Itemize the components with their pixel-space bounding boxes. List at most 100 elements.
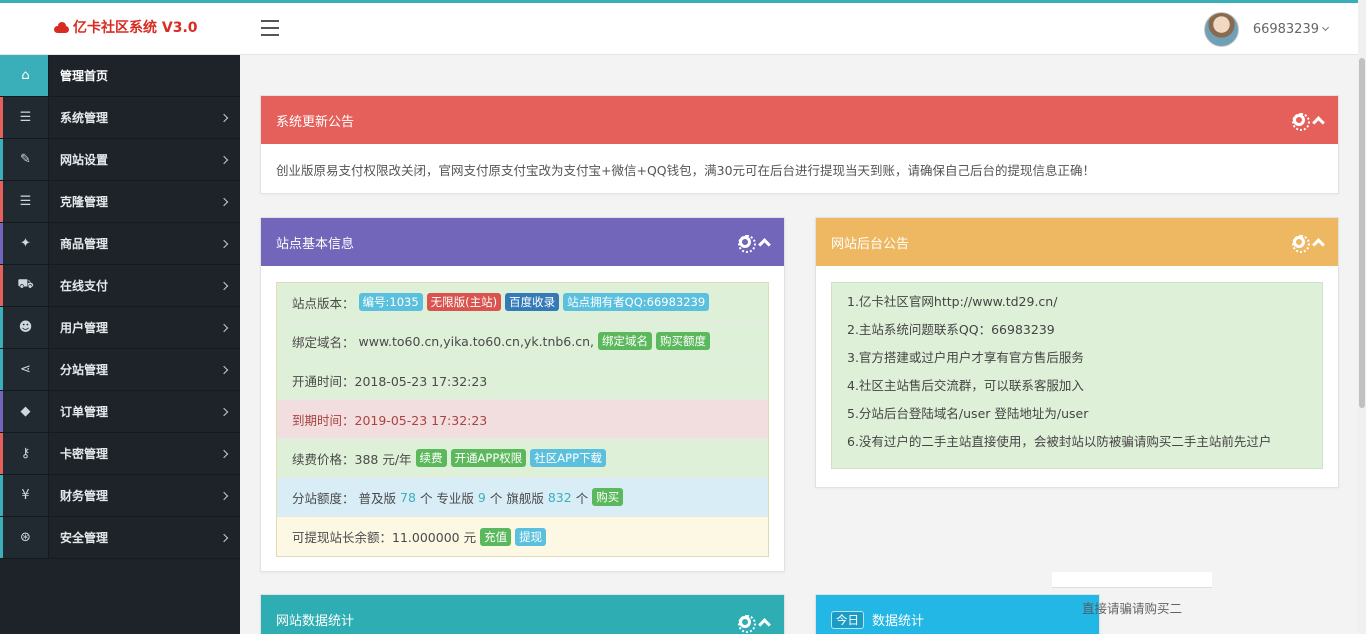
sidebar-item-0[interactable]: ⌂ 管理首页 — [0, 55, 240, 97]
buy-button[interactable]: 购买 — [592, 488, 624, 506]
collapse-icon[interactable] — [758, 618, 771, 631]
collapse-icon[interactable] — [1312, 116, 1325, 129]
sidebar-item-label: 卡密管理 — [60, 447, 109, 461]
sidebar-item-1[interactable]: ☰ 系统管理 — [0, 97, 240, 139]
scrollbar-thumb[interactable] — [1359, 58, 1365, 408]
sidebar-item-label: 网站设置 — [60, 153, 109, 167]
gear-icon[interactable] — [1292, 235, 1310, 253]
yen-icon: ¥ — [0, 475, 49, 516]
edit-icon: ✎ — [0, 139, 49, 180]
ghost-text: 直接请骗请购买二 — [1082, 601, 1183, 616]
quota-label: 分站额度： — [292, 490, 355, 506]
avatar[interactable] — [1203, 12, 1239, 47]
sidebar-item-4[interactable]: ✦ 商品管理 — [0, 223, 240, 265]
quota-pro-count: 9 — [477, 489, 486, 505]
sidebar-item-7[interactable]: ⋖ 分站管理 — [0, 349, 240, 391]
chevron-down-icon — [1321, 23, 1330, 32]
edition-badge: 无限版(主站) — [426, 293, 502, 311]
notice-line: 5.分站后台登陆域名/user 登陆地址为/user — [847, 406, 1089, 421]
logo[interactable]: 亿卡社区系统 V3.0 — [54, 17, 198, 37]
cart-icon: ⛟ — [0, 265, 49, 306]
quota-row: 分站额度： 普及版 78 个 专业版 9 个 旗舰版 832 个 购买 — [277, 478, 768, 517]
chevron-right-icon — [219, 449, 229, 458]
chevron-right-icon — [219, 197, 229, 206]
panel-title: 网站数据统计 — [276, 614, 355, 629]
chevron-right-icon — [219, 113, 229, 122]
site-info-panel: 站点基本信息 站点版本： 编号:1035 无限版(主站) 百度收录 站点拥有者Q… — [260, 217, 785, 572]
quota-basic-label: 普及版 — [358, 490, 397, 506]
gamepad-icon: ⊛ — [0, 517, 49, 558]
chevron-right-icon — [219, 491, 229, 500]
chevron-right-icon — [219, 365, 229, 374]
sidebar-item-label: 分站管理 — [60, 363, 109, 377]
renew-price: 续费价格：388 元/年 — [292, 451, 412, 467]
chevron-right-icon — [219, 281, 229, 290]
collapse-icon[interactable] — [758, 238, 771, 251]
notice-line: 1.亿卡社区官网http://www.td29.cn/ — [847, 294, 1058, 309]
key-icon: ⚷ — [0, 433, 49, 474]
sidebar-item-2[interactable]: ✎ 网站设置 — [0, 139, 240, 181]
chevron-right-icon — [219, 155, 229, 164]
tags-icon: ◆ — [0, 391, 49, 432]
panel-title: 网站后台公告 — [831, 236, 910, 252]
sidebar-item-label: 商品管理 — [60, 237, 109, 251]
expire-time: 到期时间：2019-05-23 17:32:23 — [292, 412, 488, 428]
server-icon: ☰ — [0, 97, 49, 138]
open-time-row: 开通时间：2018-05-23 17:32:23 — [277, 361, 768, 400]
sidebar-item-6[interactable]: ☻ 用户管理 — [0, 307, 240, 349]
sidebar-item-10[interactable]: ¥ 财务管理 — [0, 475, 240, 517]
sidebar-item-label: 克隆管理 — [60, 195, 109, 209]
user-menu[interactable]: 66983239 — [1203, 12, 1330, 47]
gear-icon[interactable] — [738, 615, 756, 633]
chevron-right-icon — [219, 407, 229, 416]
renew-button[interactable]: 续费 — [415, 449, 447, 467]
app-download-button[interactable]: 社区APP下载 — [530, 449, 607, 467]
sidebar-item-label: 财务管理 — [60, 489, 109, 503]
clone-icon: ☰ — [0, 181, 49, 222]
notice-text: 创业版原易支付权限改关闭，官网支付原支付宝改为支付宝+微信+QQ钱包，满30元可… — [276, 163, 1096, 178]
quota-pro-label: 个 专业版 — [419, 490, 474, 506]
withdraw-button[interactable]: 提现 — [515, 527, 547, 546]
sidebar-item-11[interactable]: ⊛ 安全管理 — [0, 517, 240, 559]
menu-toggle-icon[interactable] — [261, 20, 279, 36]
sidebar-item-label: 安全管理 — [60, 531, 109, 545]
quota-basic-count: 78 — [400, 489, 416, 505]
sidebar-item-9[interactable]: ⚷ 卡密管理 — [0, 433, 240, 475]
quota-flagship-label: 个 旗舰版 — [489, 490, 544, 506]
notice-line: 2.主站系统问题联系QQ：66983239 — [847, 322, 1055, 337]
collapse-icon[interactable] — [1312, 238, 1325, 251]
panel-title: 数据统计 — [872, 614, 925, 629]
chevron-right-icon — [219, 323, 229, 332]
buy-quota-button[interactable]: 购买额度 — [656, 332, 710, 350]
sidebar-item-5[interactable]: ⛟ 在线支付 — [0, 265, 240, 307]
sidebar-item-label: 在线支付 — [60, 279, 109, 293]
users-icon: ☻ — [0, 307, 49, 348]
site-info-list: 站点版本： 编号:1035 无限版(主站) 百度收录 站点拥有者QQ:66983… — [276, 282, 769, 557]
notice-line: 6.没有过户的二手主站直接使用，会被封站以防被骗请购买二手主站前先过户 — [847, 434, 1272, 449]
page-scrollbar[interactable] — [1358, 0, 1366, 634]
sidebar-item-8[interactable]: ◆ 订单管理 — [0, 391, 240, 433]
domain-value: www.to60.cn,yika.to60.cn,yk.tnb6.cn, — [358, 333, 594, 349]
owner-qq-badge: 站点拥有者QQ:66983239 — [563, 293, 710, 311]
open-time: 开通时间：2018-05-23 17:32:23 — [292, 373, 488, 389]
enable-app-button[interactable]: 开通APP权限 — [450, 449, 527, 467]
panel-title: 系统更新公告 — [276, 114, 355, 130]
bind-domain-button[interactable]: 绑定域名 — [598, 332, 652, 350]
chevron-right-icon — [219, 239, 229, 248]
panel-title: 站点基本信息 — [276, 236, 355, 252]
panel-header: 系统更新公告 — [261, 96, 1338, 144]
recharge-button[interactable]: 充值 — [480, 527, 512, 546]
overlay-fragment — [1052, 572, 1212, 588]
backend-notice-list: 1.亿卡社区官网http://www.td29.cn/ 2.主站系统问题联系QQ… — [831, 282, 1323, 469]
gear-icon[interactable] — [1292, 113, 1310, 131]
panel-header: 站点基本信息 — [261, 218, 784, 266]
notice-line: 3.官方搭建或过户用户才享有官方售后服务 — [847, 350, 1084, 365]
site-stats-panel: 网站数据统计 — [260, 594, 785, 634]
home-icon: ⌂ — [0, 55, 49, 96]
gear-icon[interactable] — [738, 235, 756, 253]
username: 66983239 — [1252, 22, 1319, 37]
sidebar-item-label: 系统管理 — [60, 111, 109, 125]
panel-header: 网站数据统计 — [261, 595, 784, 634]
sidebar-item-3[interactable]: ☰ 克隆管理 — [0, 181, 240, 223]
balance-label: 可提现站长余额：11.000000 元 — [292, 530, 477, 545]
